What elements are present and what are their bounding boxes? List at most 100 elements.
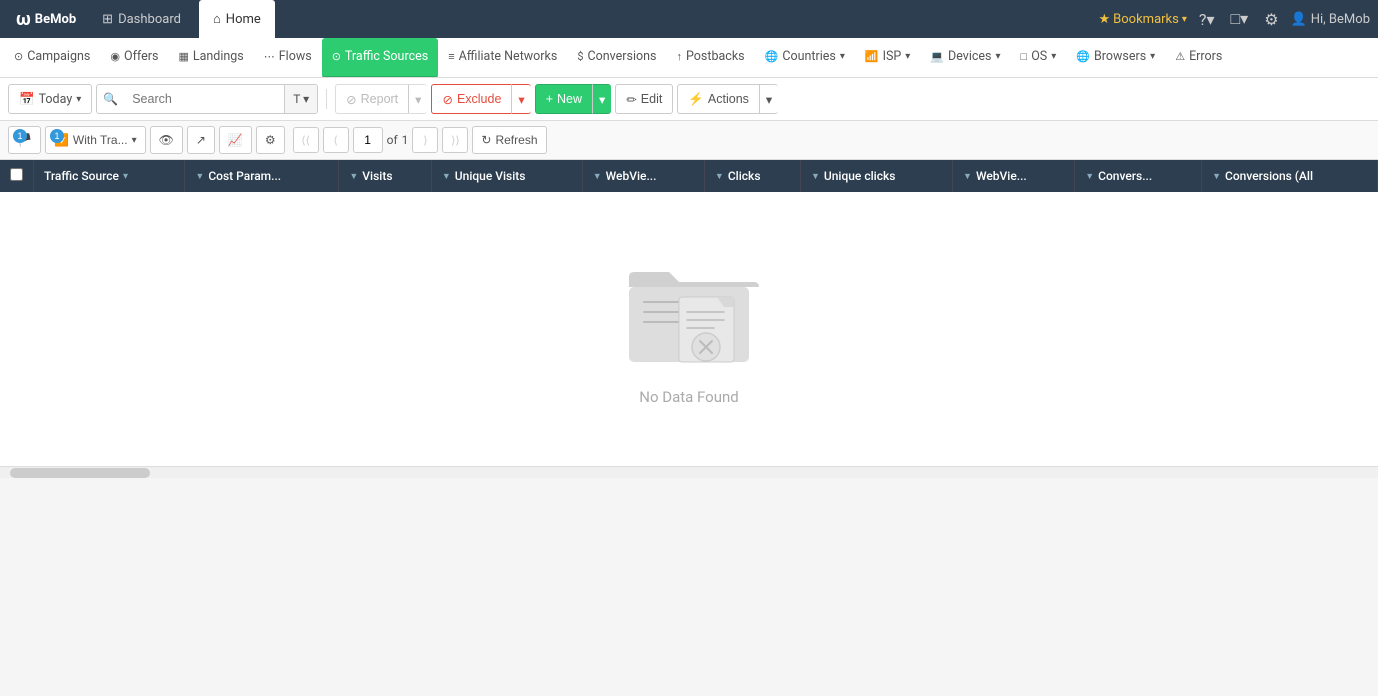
bookmarks-button[interactable]: ★ Bookmarks ▾ <box>1099 12 1187 27</box>
col-cost-param[interactable]: ▼ Cost Param... <box>185 160 339 192</box>
new-label: New <box>557 92 582 106</box>
postbacks-label: Postbacks <box>686 49 745 64</box>
chart-button[interactable]: 📈 <box>219 126 252 154</box>
data-table: Traffic Source ▾ ▼ Cost Param... ▼ Visit… <box>0 160 1378 192</box>
sidebar-item-traffic-sources[interactable]: ⊙ Traffic Sources <box>322 38 439 78</box>
last-page-button[interactable]: ⟩⟩ <box>442 127 468 153</box>
col-conversions-all[interactable]: ▼ Conversions (All <box>1202 160 1378 192</box>
new-button[interactable]: + New <box>535 84 592 114</box>
separator-1 <box>326 89 327 109</box>
sidebar-item-countries[interactable]: 🌐 Countries ▾ <box>755 38 855 78</box>
select-all-column[interactable] <box>0 160 34 192</box>
horizontal-scrollbar[interactable] <box>0 466 1378 478</box>
settings-button[interactable]: ⚙ <box>1260 6 1282 33</box>
nav-tab-dashboard[interactable]: ⊞ Dashboard <box>88 0 195 38</box>
exclude-label: Exclude <box>457 92 501 106</box>
devices-chevron-icon: ▾ <box>996 51 1001 62</box>
page-number-input[interactable] <box>353 127 383 153</box>
notifications-button[interactable]: □▾ <box>1226 5 1252 33</box>
refresh-button[interactable]: ↻ Refresh <box>472 126 546 154</box>
actions-button[interactable]: ⚡ Actions <box>677 84 759 114</box>
postbacks-icon: ↑ <box>677 50 683 63</box>
sidebar-item-postbacks[interactable]: ↑ Postbacks <box>667 38 755 78</box>
scrollbar-thumb[interactable] <box>10 468 150 478</box>
column-settings-button[interactable]: ⚙ <box>256 126 285 154</box>
actions-button-group: ⚡ Actions ▾ <box>677 84 778 114</box>
browsers-icon: 🌐 <box>1076 50 1090 63</box>
report-label: Report <box>361 92 399 106</box>
chart-icon: 📈 <box>228 133 243 147</box>
isp-icon: 📶 <box>865 50 879 63</box>
filter-icon-webview1: ▼ <box>593 171 602 182</box>
flows-icon: ⋯ <box>264 50 275 63</box>
today-chevron-icon: ▾ <box>76 94 81 105</box>
exclude-arrow-button[interactable]: ▾ <box>511 84 530 114</box>
col-webview1[interactable]: ▼ WebVie... <box>582 160 704 192</box>
share-button[interactable]: ↗ <box>187 126 215 154</box>
col-visits-label: Visits <box>362 169 392 183</box>
sidebar-item-campaigns[interactable]: ⊙ Campaigns <box>4 38 100 78</box>
visibility-button[interactable]: 👁 <box>150 126 183 154</box>
browsers-label: Browsers <box>1094 49 1146 64</box>
col-traffic-source[interactable]: Traffic Source ▾ <box>34 160 185 192</box>
new-arrow-button[interactable]: ▾ <box>592 84 611 114</box>
refresh-label: Refresh <box>495 133 537 147</box>
col-visits[interactable]: ▼ Visits <box>339 160 432 192</box>
next-page-button[interactable]: ⟩ <box>412 127 438 153</box>
sidebar-item-errors[interactable]: ⚠ Errors <box>1165 38 1232 78</box>
flag-button[interactable]: 🏴 1 <box>8 126 41 154</box>
nav-tab-home[interactable]: ⌂ Home <box>199 0 275 38</box>
logo-text: BeMob <box>35 12 76 27</box>
sidebar-item-devices[interactable]: 💻 Devices ▾ <box>920 38 1010 78</box>
sidebar-item-os[interactable]: □ OS ▾ <box>1011 38 1067 78</box>
landings-icon: ▦ <box>178 50 188 63</box>
sidebar-item-flows[interactable]: ⋯ Flows <box>254 38 322 78</box>
search-icon: 🔍 <box>97 92 124 106</box>
actions-arrow-button[interactable]: ▾ <box>759 84 778 114</box>
col-unique-clicks[interactable]: ▼ Unique clicks <box>800 160 952 192</box>
flows-label: Flows <box>279 49 312 64</box>
search-input[interactable] <box>124 92 284 106</box>
first-page-button[interactable]: ⟨⟨ <box>293 127 319 153</box>
sidebar-item-conversions[interactable]: $ Conversions <box>567 38 666 78</box>
prev-page-button[interactable]: ⟨ <box>323 127 349 153</box>
filter-button[interactable]: 🔽 1 With Tra... ▾ <box>45 126 146 154</box>
col-unique-visits[interactable]: ▼ Unique Visits <box>431 160 582 192</box>
text-filter-button[interactable]: T ▾ <box>284 85 317 113</box>
date-picker-button[interactable]: 📅 Today ▾ <box>8 84 92 114</box>
col-conversions[interactable]: ▼ Convers... <box>1075 160 1202 192</box>
report-button[interactable]: ⊘ Report <box>335 84 408 114</box>
settings-icon: ⚙ <box>265 133 276 147</box>
user-label: Hi, BeMob <box>1311 12 1370 27</box>
exclude-icon: ⊘ <box>442 92 452 107</box>
user-menu[interactable]: 👤 Hi, BeMob <box>1291 12 1370 27</box>
refresh-icon: ↻ <box>481 133 491 147</box>
sidebar-item-offers[interactable]: ◉ Offers <box>100 38 168 78</box>
sidebar-item-affiliate-networks[interactable]: ≡ Affiliate Networks <box>438 38 567 78</box>
empty-state-text: No Data Found <box>639 388 738 406</box>
page-total-label: 1 <box>402 133 409 147</box>
exclude-button-group: ⊘ Exclude ▾ <box>431 84 530 114</box>
edit-button[interactable]: ✏ Edit <box>615 84 673 114</box>
col-clicks[interactable]: ▼ Clicks <box>704 160 800 192</box>
empty-folder-icon <box>619 252 759 372</box>
col-webview2[interactable]: ▼ WebVie... <box>953 160 1075 192</box>
devices-label: Devices <box>948 49 991 64</box>
browsers-chevron-icon: ▾ <box>1150 51 1155 62</box>
exclude-button[interactable]: ⊘ Exclude <box>431 84 511 114</box>
report-arrow-button[interactable]: ▾ <box>408 84 427 114</box>
logo[interactable]: ω BeMob <box>8 9 84 30</box>
traffic-sources-icon: ⊙ <box>332 50 341 63</box>
help-button[interactable]: ?▾ <box>1195 6 1219 33</box>
col-webview2-label: WebVie... <box>976 169 1027 183</box>
filter-chevron-icon: ▾ <box>132 135 137 146</box>
select-all-checkbox[interactable] <box>10 168 23 181</box>
sidebar-item-browsers[interactable]: 🌐 Browsers ▾ <box>1066 38 1165 78</box>
sec-nav: ⊙ Campaigns ◉ Offers ▦ Landings ⋯ Flows … <box>0 38 1378 78</box>
sidebar-item-landings[interactable]: ▦ Landings <box>168 38 253 78</box>
calendar-icon: 📅 <box>19 92 35 107</box>
report-icon: ⊘ <box>346 92 356 107</box>
bookmarks-label: Bookmarks <box>1113 12 1179 27</box>
sidebar-item-isp[interactable]: 📶 ISP ▾ <box>855 38 920 78</box>
errors-label: Errors <box>1189 49 1222 64</box>
